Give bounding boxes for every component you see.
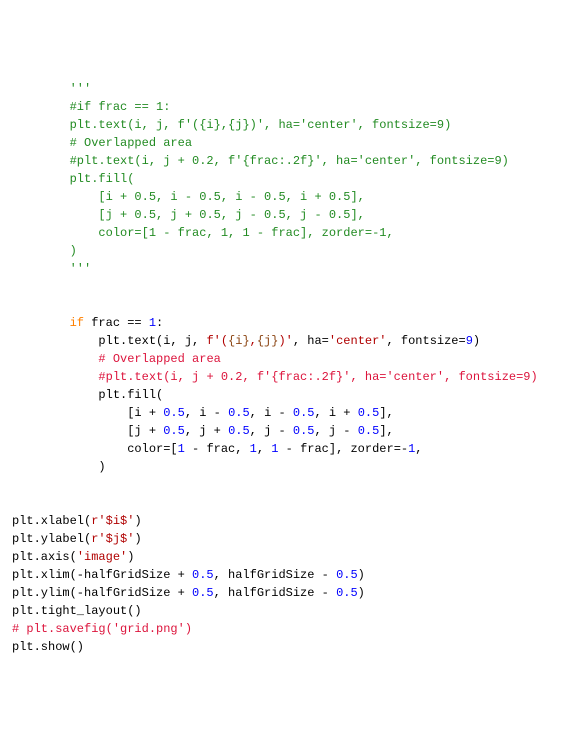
code-line: ) <box>12 458 575 476</box>
code-line: color=[1 - frac, 1, 1 - frac], zorder=-1… <box>12 440 575 458</box>
code-line: ''' <box>12 260 575 278</box>
code-line <box>12 476 575 494</box>
code-line: plt.axis('image') <box>12 548 575 566</box>
code-line: plt.tight_layout() <box>12 602 575 620</box>
code-line: plt.ylabel(r'$j$') <box>12 530 575 548</box>
code-line: plt.xlim(-halfGridSize + 0.5, halfGridSi… <box>12 566 575 584</box>
code-line: plt.xlabel(r'$i$') <box>12 512 575 530</box>
code-line <box>12 296 575 314</box>
code-line: [j + 0.5, j + 0.5, j - 0.5, j - 0.5], <box>12 206 575 224</box>
code-line: ) <box>12 242 575 260</box>
code-line <box>12 278 575 296</box>
code-line: #plt.text(i, j + 0.2, f'{frac:.2f}', ha=… <box>12 368 575 386</box>
code-line: #if frac == 1: <box>12 98 575 116</box>
code-line: ''' <box>12 80 575 98</box>
code-line: plt.text(i, j, f'({i},{j})', ha='center'… <box>12 116 575 134</box>
code-line: [j + 0.5, j + 0.5, j - 0.5, j - 0.5], <box>12 422 575 440</box>
code-line: plt.ylim(-halfGridSize + 0.5, halfGridSi… <box>12 584 575 602</box>
code-line: #plt.text(i, j + 0.2, f'{frac:.2f}', ha=… <box>12 152 575 170</box>
code-line: plt.fill( <box>12 170 575 188</box>
code-line: # plt.savefig('grid.png') <box>12 620 575 638</box>
code-line: plt.text(i, j, f'({i},{j})', ha='center'… <box>12 332 575 350</box>
code-line: plt.show() <box>12 638 575 656</box>
code-line: [i + 0.5, i - 0.5, i - 0.5, i + 0.5], <box>12 404 575 422</box>
code-block: ''' #if frac == 1: plt.text(i, j, f'({i}… <box>12 80 575 656</box>
code-line: if frac == 1: <box>12 314 575 332</box>
code-line: # Overlapped area <box>12 134 575 152</box>
code-line: plt.fill( <box>12 386 575 404</box>
code-line: # Overlapped area <box>12 350 575 368</box>
code-line: color=[1 - frac, 1, 1 - frac], zorder=-1… <box>12 224 575 242</box>
code-line: [i + 0.5, i - 0.5, i - 0.5, i + 0.5], <box>12 188 575 206</box>
code-line <box>12 494 575 512</box>
